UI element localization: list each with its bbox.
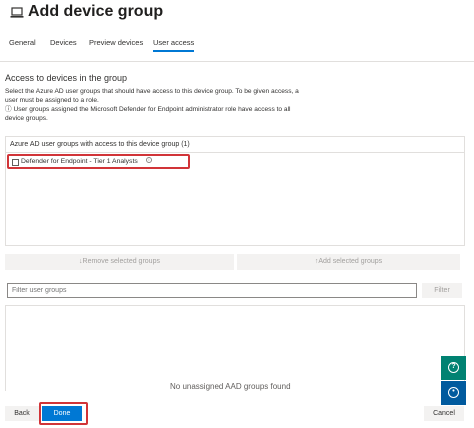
page-title: Add device group bbox=[28, 3, 164, 20]
group-name: Defender for Endpoint - Tier 1 Analysts bbox=[21, 158, 138, 165]
feedback-button[interactable]: • bbox=[441, 381, 466, 405]
tab-devices[interactable]: Devices bbox=[50, 38, 77, 47]
assigned-groups-header-text: Azure AD user groups with access to this… bbox=[10, 141, 190, 148]
page-header: Add device group bbox=[0, 0, 474, 28]
assigned-groups-header: Azure AD user groups with access to this… bbox=[6, 137, 464, 153]
chat-icon: • bbox=[448, 387, 459, 398]
description-note: ⓘ User groups assigned the Microsoft Def… bbox=[5, 105, 305, 123]
access-description: Select the Azure AD user groups that sho… bbox=[5, 87, 305, 123]
laptop-icon bbox=[10, 7, 24, 18]
section-title: Access to devices in the group bbox=[5, 73, 128, 83]
group-checkbox[interactable] bbox=[12, 159, 19, 166]
empty-state-text: No unassigned AAD groups found bbox=[170, 382, 291, 391]
description-note-text: User groups assigned the Microsoft Defen… bbox=[5, 106, 291, 122]
filter-button[interactable]: Filter bbox=[422, 283, 462, 298]
info-icon: i bbox=[146, 157, 152, 163]
assigned-groups-panel: Azure AD user groups with access to this… bbox=[5, 136, 465, 246]
help-button[interactable]: ? bbox=[441, 356, 466, 380]
tab-bar: General Devices Preview devices User acc… bbox=[0, 36, 474, 58]
tabs-divider bbox=[0, 61, 474, 62]
cancel-button[interactable]: Cancel bbox=[424, 406, 464, 421]
add-selected-groups-button[interactable]: ↑Add selected groups bbox=[237, 254, 460, 270]
tab-preview-devices[interactable]: Preview devices bbox=[89, 38, 143, 47]
filter-user-groups-input[interactable] bbox=[7, 283, 417, 298]
done-button[interactable]: Done bbox=[42, 406, 82, 421]
back-button[interactable]: Back bbox=[5, 406, 39, 421]
remove-selected-groups-button[interactable]: ↓Remove selected groups bbox=[5, 254, 234, 270]
description-text: Select the Azure AD user groups that sho… bbox=[5, 88, 299, 104]
unassigned-groups-panel: No unassigned AAD groups found bbox=[5, 305, 465, 391]
list-item[interactable]: Defender for Endpoint - Tier 1 Analysts … bbox=[7, 154, 190, 169]
tab-user-access[interactable]: User access bbox=[153, 38, 195, 52]
tab-general[interactable]: General bbox=[9, 38, 36, 47]
question-icon: ? bbox=[448, 362, 459, 373]
